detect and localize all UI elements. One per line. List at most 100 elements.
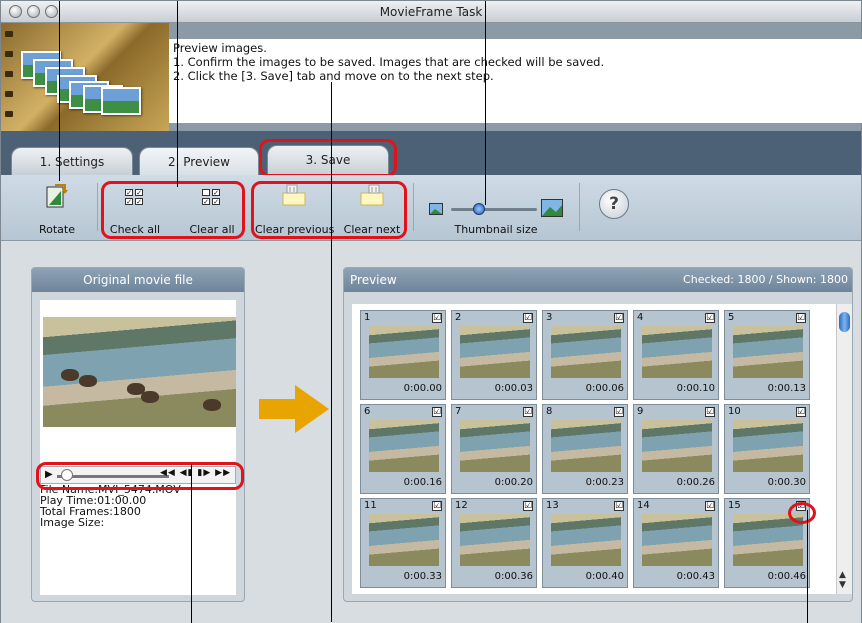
callout-line <box>807 510 808 623</box>
frame-timestamp: 0:00.13 <box>767 383 806 394</box>
frame-timestamp: 0:00.20 <box>494 477 533 488</box>
play-icon[interactable]: ▶ <box>45 469 53 480</box>
scrollbar-thumb[interactable] <box>839 312 850 332</box>
thumbnail-item[interactable]: 11 ☑ 0:00.33 <box>360 498 446 588</box>
frame-thumbnail-image <box>460 514 530 566</box>
clear-previous-label: Clear previous <box>255 223 335 236</box>
image-size: Image Size: <box>40 516 105 529</box>
help-icon: ? <box>599 189 629 219</box>
frame-checkbox[interactable]: ☑ <box>705 407 715 417</box>
instructions-panel: Preview images. 1. Confirm the images to… <box>169 39 862 123</box>
frame-thumbnail-image <box>369 514 439 566</box>
frame-checkbox[interactable]: ☑ <box>614 407 624 417</box>
thumbnail-item[interactable]: 2 ☑ 0:00.03 <box>451 310 537 400</box>
frame-thumbnail-image <box>460 420 530 472</box>
callout-line <box>177 1 178 187</box>
small-image-icon <box>429 203 443 215</box>
frame-thumbnail-image <box>733 326 803 378</box>
frame-timestamp: 0:00.00 <box>403 383 442 394</box>
frame-timestamp: 0:00.43 <box>676 571 715 582</box>
window-title: MovieFrame Task <box>379 5 483 19</box>
thumbnail-item[interactable]: 14 ☑ 0:00.43 <box>633 498 719 588</box>
frame-thumbnail-image <box>642 420 712 472</box>
header: Preview images. 1. Confirm the images to… <box>1 23 862 131</box>
thumbnail-size-slider[interactable] <box>451 203 537 215</box>
tab-preview[interactable]: 2. Preview <box>139 147 259 175</box>
clear-next-icon <box>360 184 384 206</box>
callout-line <box>485 1 486 205</box>
frame-number: 7 <box>455 406 462 417</box>
tab-settings[interactable]: 1. Settings <box>11 147 133 175</box>
frame-number: 5 <box>728 312 735 323</box>
frame-timestamp: 0:00.23 <box>585 477 624 488</box>
frame-thumbnail-image <box>551 514 621 566</box>
preview-title: Preview <box>350 273 397 287</box>
callout-line <box>331 82 332 622</box>
thumbnail-item[interactable]: 1 ☑ 0:00.00 <box>360 310 446 400</box>
frame-timestamp: 0:00.10 <box>676 383 715 394</box>
frame-checkbox[interactable]: ☑ <box>523 407 533 417</box>
thumbnail-item[interactable]: 4 ☑ 0:00.10 <box>633 310 719 400</box>
thumbnail-item[interactable]: 3 ☑ 0:00.06 <box>542 310 628 400</box>
frame-checkbox[interactable]: ☑ <box>796 407 806 417</box>
frame-checkbox[interactable]: ☑ <box>705 501 715 511</box>
rotate-icon <box>46 184 68 208</box>
frame-checkbox[interactable]: ☑ <box>432 407 442 417</box>
thumbnail-item[interactable]: 13 ☑ 0:00.40 <box>542 498 628 588</box>
frame-timestamp: 0:00.03 <box>494 383 533 394</box>
frame-checkbox[interactable]: ☑ <box>432 501 442 511</box>
preview-title-bar: Preview Checked: 1800 / Shown: 1800 <box>344 268 852 292</box>
thumbnail-item[interactable]: 15 ☑ 0:00.46 <box>724 498 810 588</box>
frame-thumbnail-image <box>551 420 621 472</box>
thumbnail-item[interactable]: 12 ☑ 0:00.36 <box>451 498 537 588</box>
film-strip-logo <box>1 23 169 131</box>
frame-thumbnail-image <box>369 420 439 472</box>
instruction-line: 2. Click the [3. Save] tab and move on t… <box>173 69 494 83</box>
thumbnail-item[interactable]: 7 ☑ 0:00.20 <box>451 404 537 494</box>
movie-player-controls: ▶ ◀◀ ◀▮ ▮▶ ▶▶ <box>40 466 236 484</box>
toolbar-divider <box>579 183 580 231</box>
check-all-icon: ✓ ✓ ✓ ✓ <box>125 189 143 206</box>
callout-line <box>191 464 192 623</box>
toolbar-divider <box>413 183 414 231</box>
flow-arrow-icon <box>259 385 329 433</box>
toolbar: Rotate ✓✓ ✓✓ Check all ✓ ✓✓ Clear all <box>1 175 861 241</box>
frame-checkbox[interactable]: ☑ <box>796 313 806 323</box>
frame-checkbox[interactable]: ☑ <box>614 501 624 511</box>
slider-knob[interactable] <box>473 203 485 215</box>
frame-timestamp: 0:00.46 <box>767 571 806 582</box>
frame-checkbox[interactable]: ☑ <box>523 313 533 323</box>
playback-slider[interactable] <box>57 475 169 478</box>
frame-checkbox[interactable]: ☑ <box>614 313 624 323</box>
frame-checkbox[interactable]: ☑ <box>432 313 442 323</box>
frame-checkbox[interactable]: ☑ <box>705 313 715 323</box>
thumbnail-item[interactable]: 9 ☑ 0:00.26 <box>633 404 719 494</box>
scroll-arrows[interactable]: ▲ ▼ <box>839 570 846 590</box>
thumbnail-item[interactable]: 10 ☑ 0:00.30 <box>724 404 810 494</box>
frame-number: 12 <box>455 500 468 511</box>
vertical-scrollbar[interactable]: ▲ ▼ <box>836 304 852 594</box>
large-image-icon <box>541 199 563 217</box>
frame-timestamp: 0:00.06 <box>585 383 624 394</box>
frame-thumbnail-image <box>460 326 530 378</box>
frame-number: 14 <box>637 500 650 511</box>
frame-thumbnail-image <box>642 514 712 566</box>
frame-checkbox[interactable]: ☑ <box>796 501 806 511</box>
original-movie-panel: Original movie file ▶ ◀◀ ◀▮ ▮▶ ▶▶ File N… <box>31 267 245 602</box>
thumbnail-size-label: Thumbnail size <box>454 223 538 236</box>
thumbnail-item[interactable]: 5 ☑ 0:00.13 <box>724 310 810 400</box>
thumbnail-item[interactable]: 6 ☑ 0:00.16 <box>360 404 446 494</box>
playback-knob[interactable] <box>61 469 73 481</box>
frame-timestamp: 0:00.33 <box>403 571 442 582</box>
frame-number: 10 <box>728 406 741 417</box>
tab-save[interactable]: 3. Save <box>267 145 389 175</box>
thumbnail-item[interactable]: 8 ☑ 0:00.23 <box>542 404 628 494</box>
frame-thumbnail-image <box>369 326 439 378</box>
frame-checkbox[interactable]: ☑ <box>523 501 533 511</box>
movie-viewer: ▶ ◀◀ ◀▮ ▮▶ ▶▶ File Name:MVI_5474.MOV Pla… <box>40 300 236 595</box>
frame-step-buttons[interactable]: ◀◀ ◀▮ ▮▶ ▶▶ <box>160 468 231 478</box>
clear-previous-icon <box>282 184 306 206</box>
main-area: Original movie file ▶ ◀◀ ◀▮ ▮▶ ▶▶ File N… <box>1 82 861 623</box>
frame-number: 3 <box>546 312 553 323</box>
toolbar-divider <box>97 183 98 231</box>
